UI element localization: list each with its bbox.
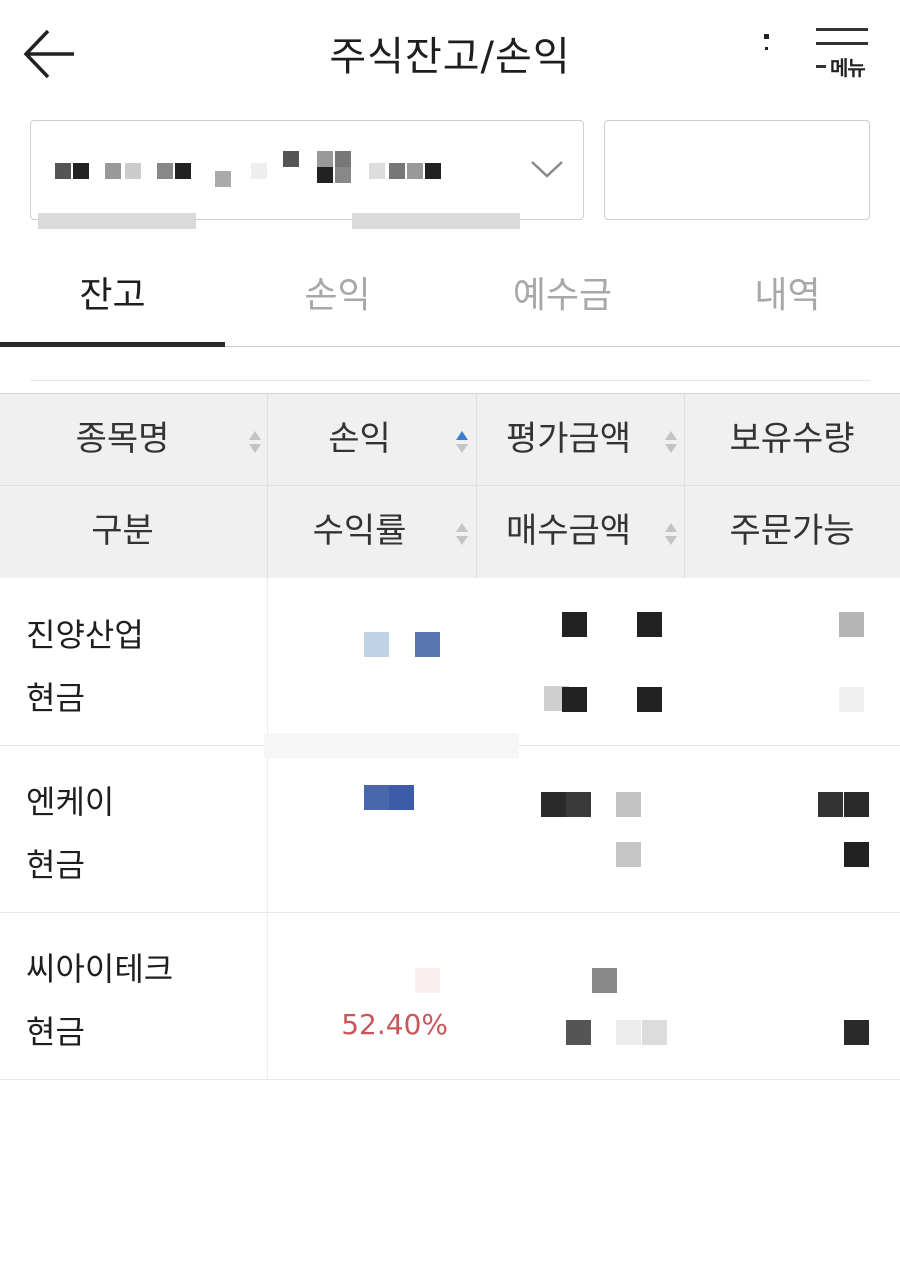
masked-account-number bbox=[55, 151, 475, 187]
active-tab-indicator bbox=[0, 342, 225, 347]
masked-strip bbox=[38, 213, 196, 229]
tab-deposit[interactable]: 예수금 bbox=[450, 250, 675, 346]
masked-strip bbox=[352, 213, 520, 229]
stock-name: 진양산업 bbox=[26, 616, 144, 654]
stock-name: 엔케이 bbox=[26, 783, 115, 821]
tab-bar: 잔고 손익 예수금 내역 bbox=[0, 250, 900, 347]
app-header: 주식잔고/손익 메뉴 bbox=[0, 0, 900, 110]
stock-type: 현금 bbox=[26, 679, 85, 717]
divider bbox=[30, 380, 870, 381]
stock-type: 현금 bbox=[26, 1013, 85, 1051]
header-type: 구분 bbox=[91, 511, 154, 551]
menu-button[interactable]: 메뉴 bbox=[812, 28, 876, 82]
header-orderable: 주문가능 bbox=[729, 511, 855, 551]
table-row[interactable]: 진양산업 현금 bbox=[0, 578, 900, 758]
more-dots-icon[interactable] bbox=[762, 32, 770, 54]
return-rate-value: 52.40% bbox=[341, 1008, 448, 1041]
header-holding-qty: 보유수량 bbox=[729, 419, 855, 459]
table-header: 종목명 손익 평가금액 보유수량 구분 수익률 매수금액 주문가능 bbox=[0, 393, 900, 578]
sort-icon bbox=[456, 523, 468, 545]
secondary-field[interactable] bbox=[604, 120, 870, 220]
stock-name: 씨아이테크 bbox=[26, 950, 174, 988]
header-return-rate[interactable]: 수익률 bbox=[267, 486, 476, 578]
tab-balance[interactable]: 잔고 bbox=[0, 250, 225, 346]
account-select[interactable] bbox=[30, 120, 584, 220]
sort-icon bbox=[665, 431, 677, 453]
header-valuation[interactable]: 평가금액 bbox=[476, 394, 684, 486]
sort-icon bbox=[665, 523, 677, 545]
header-profit-loss[interactable]: 손익 bbox=[267, 394, 476, 486]
header-stock-name[interactable]: 종목명 bbox=[0, 394, 267, 486]
hamburger-icon bbox=[816, 28, 868, 31]
sort-icon-active bbox=[456, 431, 468, 453]
table-row[interactable]: 씨아이테크 현금 52.40% bbox=[0, 912, 900, 1080]
tab-history[interactable]: 내역 bbox=[675, 250, 900, 346]
sort-icon bbox=[249, 431, 261, 453]
chevron-down-icon bbox=[531, 161, 563, 178]
stock-type: 현금 bbox=[26, 846, 85, 884]
header-purchase-amount[interactable]: 매수금액 bbox=[476, 486, 684, 578]
table-row[interactable]: 엔케이 현금 bbox=[0, 745, 900, 913]
tab-profit-loss[interactable]: 손익 bbox=[225, 250, 450, 346]
menu-label: 메뉴 bbox=[830, 56, 866, 80]
